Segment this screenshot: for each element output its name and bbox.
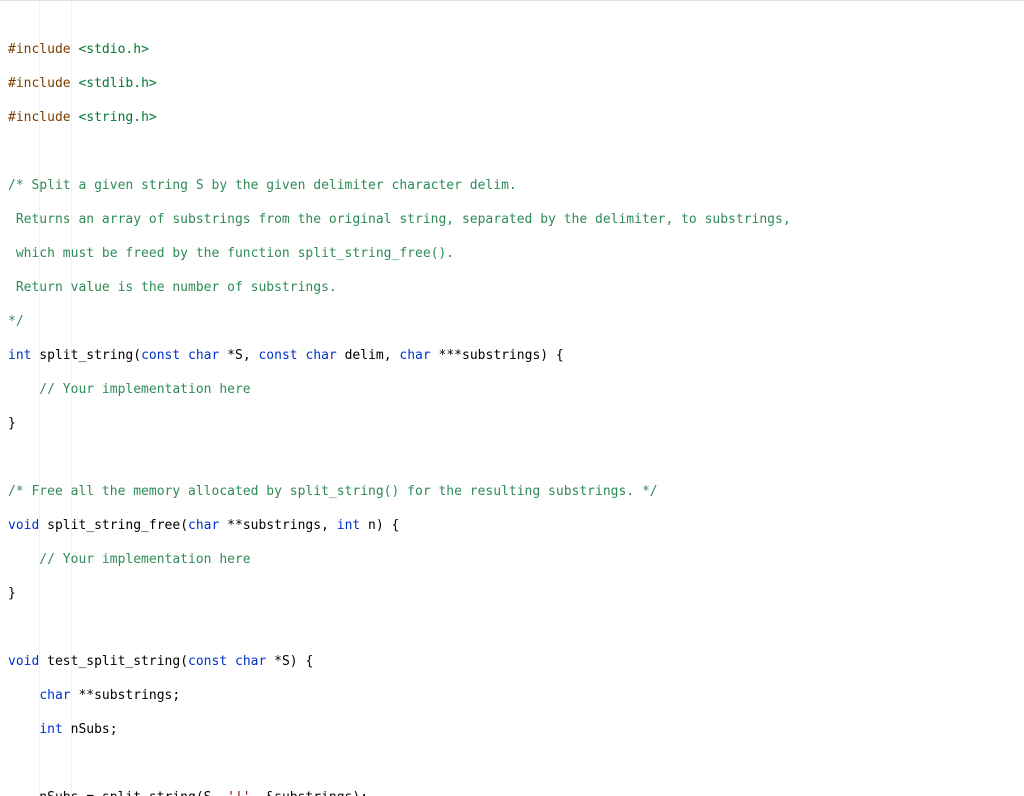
- code-line: which must be freed by the function spli…: [8, 245, 1016, 262]
- code-line: #include <stdio.h>: [8, 41, 1016, 58]
- code-editor: #include <stdio.h> #include <stdlib.h> #…: [0, 0, 1024, 796]
- code-line: [8, 449, 1016, 466]
- code-line: }: [8, 585, 1016, 602]
- code-line: [8, 143, 1016, 160]
- code-line: int split_string(const char *S, const ch…: [8, 347, 1016, 364]
- code-line: // Your implementation here: [8, 381, 1016, 398]
- code-line: void test_split_string(const char *S) {: [8, 653, 1016, 670]
- code-line: char **substrings;: [8, 687, 1016, 704]
- code-line: */: [8, 313, 1016, 330]
- code-line: int nSubs;: [8, 721, 1016, 738]
- code-line: // Your implementation here: [8, 551, 1016, 568]
- code-line: }: [8, 415, 1016, 432]
- code-line: void split_string_free(char **substrings…: [8, 517, 1016, 534]
- code-line: Returns an array of substrings from the …: [8, 211, 1016, 228]
- code-line: nSubs = split_string(S, '|', &substrings…: [8, 789, 1016, 796]
- code-line: [8, 619, 1016, 636]
- code-line: /* Free all the memory allocated by spli…: [8, 483, 1016, 500]
- code-line: [8, 755, 1016, 772]
- code-line: Return value is the number of substrings…: [8, 279, 1016, 296]
- code-line: /* Split a given string S by the given d…: [8, 177, 1016, 194]
- code-line: #include <string.h>: [8, 109, 1016, 126]
- code-line: #include <stdlib.h>: [8, 75, 1016, 92]
